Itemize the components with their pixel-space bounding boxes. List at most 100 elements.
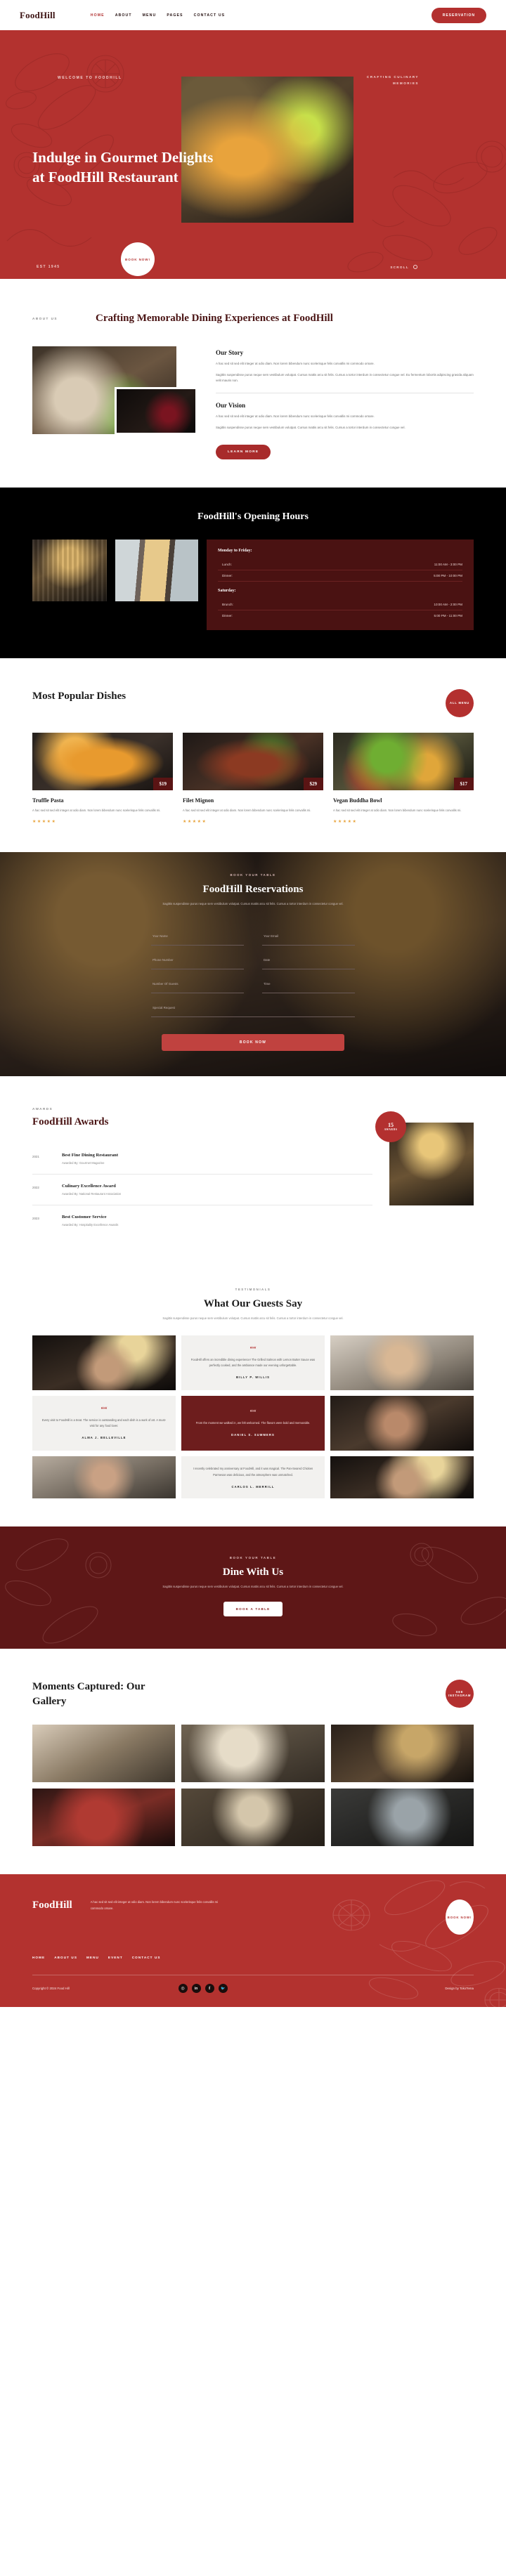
dish-image bbox=[333, 732, 474, 790]
instagram-icon[interactable]: ◎ bbox=[178, 1984, 188, 1994]
hours-line: Dinner: 5:00 PM - 10:00 PM bbox=[218, 570, 462, 582]
gallery-item[interactable] bbox=[330, 1789, 474, 1847]
dine-subtitle: Sagittis suspendisse purus neque sem ves… bbox=[162, 1585, 344, 1589]
dish-price: $17 bbox=[453, 777, 474, 790]
testimonials-eyebrow: TESTIMONIALS bbox=[235, 1287, 271, 1291]
site-logo[interactable]: FoodHill bbox=[20, 10, 56, 21]
awards-count-number: 15 bbox=[388, 1121, 394, 1128]
about-header: ABOUT US Crafting Memorable Dining Exper… bbox=[32, 311, 474, 327]
time-field[interactable]: Time bbox=[262, 969, 355, 993]
dish-card[interactable]: $17 Vegan Buddha Bowl A hac sed sit sed … bbox=[333, 732, 474, 825]
testimonial-photo bbox=[32, 1456, 176, 1499]
footer-link-contact-us[interactable]: CONTACT US bbox=[132, 1956, 161, 1959]
dish-name: Vegan Buddha Bowl bbox=[333, 797, 382, 804]
email-field[interactable]: Your Email bbox=[262, 922, 355, 946]
footer-content: FoodHill A hac sed sit sed elit integer … bbox=[32, 1900, 474, 1994]
name-field[interactable]: Your Name bbox=[151, 922, 244, 946]
about-text: Our Story A hac sed sit sed elit integer… bbox=[216, 346, 474, 459]
dish-image bbox=[32, 732, 173, 790]
about-images bbox=[32, 346, 197, 459]
testimonials-subtitle: Sagittis suspendisse purus neque sem ves… bbox=[162, 1316, 344, 1320]
special-request-field[interactable]: Special Request bbox=[151, 993, 355, 1017]
our-story-paragraph-2: Sagittis suspendisse purus neque sem ves… bbox=[216, 372, 474, 383]
nav-link-menu[interactable]: MENU bbox=[143, 13, 157, 18]
all-menu-button[interactable]: ALL MENU bbox=[446, 688, 474, 717]
testimonial-card: ““ Every visit to FoodHill is a treat. T… bbox=[32, 1396, 176, 1451]
gallery-item[interactable] bbox=[181, 1725, 325, 1783]
testimonial-quote: FoodHill offers an incredible dining exp… bbox=[190, 1357, 316, 1368]
gallery-item[interactable] bbox=[32, 1725, 176, 1783]
hero-established-label: EST 1945 bbox=[37, 265, 60, 269]
hours-day-weekday: Monday to Friday: bbox=[218, 548, 252, 553]
gallery-item[interactable] bbox=[330, 1725, 474, 1783]
footer-logo[interactable]: FoodHill bbox=[32, 1900, 72, 1911]
design-credit: Design by TokoTema bbox=[445, 1987, 474, 1991]
scroll-indicator[interactable]: SCROLL bbox=[390, 265, 417, 269]
award-name: Best Customer Service bbox=[62, 1214, 107, 1220]
dish-card[interactable]: $29 Filet Mignon A hac sed sit sed elit … bbox=[183, 732, 323, 824]
quote-icon: ““ bbox=[100, 1405, 108, 1413]
awards-count-label: AWARDS bbox=[384, 1128, 398, 1132]
hours-day-saturday: Saturday: bbox=[218, 588, 236, 593]
guests-field[interactable]: Number Of Guests bbox=[151, 969, 244, 993]
testimonial-card: I recently celebrated my anniversary at … bbox=[181, 1456, 325, 1499]
testimonials-grid: ““ FoodHill offers an incredible dining … bbox=[32, 1335, 474, 1451]
nav-link-about[interactable]: ABOUT bbox=[115, 13, 132, 18]
award-year: 2022 bbox=[32, 1185, 39, 1189]
facebook-icon[interactable]: f bbox=[205, 1984, 214, 1994]
nav-link-pages[interactable]: PAGES bbox=[167, 13, 183, 18]
our-vision-paragraph-1: A hac sed sit sed elit integer at odio d… bbox=[216, 414, 375, 419]
award-awarded-by: Awarded By: National Restaurant Associat… bbox=[62, 1191, 122, 1196]
award-name: Best Fine Dining Restaurant bbox=[62, 1152, 119, 1158]
dine-title: Dine With Us bbox=[222, 1567, 284, 1578]
award-year: 2023 bbox=[32, 1216, 39, 1220]
dish-image-wrap: $19 bbox=[32, 732, 173, 790]
about-section: ABOUT US Crafting Memorable Dining Exper… bbox=[0, 279, 506, 488]
nav-link-home[interactable]: HOME bbox=[91, 13, 105, 18]
reservation-content: BOOK YOUR TABLE FoodHill Reservations Sa… bbox=[32, 873, 474, 1051]
hours-time: 5:00 PM - 11:00 PM bbox=[434, 613, 462, 617]
hero-title: Indulge in Gourmet Delights at FoodHill … bbox=[32, 149, 214, 185]
footer-book-now-button[interactable]: BOOK NOW! bbox=[446, 1900, 474, 1935]
awards-image-column: 15 AWARDS bbox=[375, 1107, 474, 1236]
twitter-icon[interactable]: 🐦 bbox=[218, 1984, 228, 1994]
gallery-item[interactable] bbox=[32, 1789, 176, 1847]
dishes-title: Most Popular Dishes bbox=[32, 690, 126, 702]
linkedin-icon[interactable]: in bbox=[191, 1984, 201, 1994]
hero-eyebrow: WELCOME TO FOODHILL bbox=[58, 76, 122, 80]
dishes-grid: $19 Truffle Pasta A hac sed sit sed elit… bbox=[32, 732, 474, 825]
hours-card: Monday to Friday: Lunch: 11:00 AM - 3:00… bbox=[207, 539, 474, 630]
reservation-button[interactable]: RESERVATION bbox=[431, 7, 486, 23]
date-field[interactable]: Date bbox=[262, 946, 355, 969]
footer-link-menu[interactable]: MENU bbox=[86, 1956, 99, 1959]
dish-rating-stars: ★★★★★ bbox=[333, 820, 358, 825]
book-a-table-button[interactable]: BOOK A TABLE bbox=[223, 1602, 283, 1617]
our-story-heading: Our Story bbox=[216, 348, 244, 356]
learn-more-button[interactable]: LEARN MORE bbox=[216, 444, 271, 459]
reservation-eyebrow: BOOK YOUR TABLE bbox=[230, 873, 276, 877]
our-vision-paragraph-2: Sagittis suspendisse purus neque sem ves… bbox=[216, 426, 406, 429]
testimonial-photo bbox=[32, 1335, 176, 1391]
testimonial-photo bbox=[330, 1335, 474, 1391]
about-body: Our Story A hac sed sit sed elit integer… bbox=[32, 346, 474, 459]
hero-book-now-button[interactable]: BOOK NOW! bbox=[121, 242, 155, 276]
dish-card[interactable]: $19 Truffle Pasta A hac sed sit sed elit… bbox=[32, 732, 173, 824]
award-year: 2021 bbox=[32, 1154, 39, 1158]
award-row: 2022 Culinary Excellence Award Awarded B… bbox=[32, 1175, 372, 1205]
site-header: FoodHill HOME ABOUT MENU PAGES CONTACT U… bbox=[0, 0, 506, 30]
see-instagram-button[interactable]: SEE INSTAGRAM bbox=[446, 1680, 474, 1708]
dine-eyebrow: BOOK YOUR TABLE bbox=[229, 1556, 277, 1560]
testimonial-photo bbox=[330, 1396, 474, 1451]
dish-name: Filet Mignon bbox=[183, 797, 214, 804]
submit-reservation-button[interactable]: BOOK NOW bbox=[162, 1033, 344, 1051]
opening-hours-title: FoodHill's Opening Hours bbox=[197, 511, 309, 522]
footer-description: A hac sed sit sed elit integer at odio d… bbox=[90, 1900, 219, 1910]
nav-link-contact-us[interactable]: CONTACT US bbox=[194, 13, 226, 18]
footer-link-event[interactable]: EVENT bbox=[108, 1956, 123, 1959]
gallery-item[interactable] bbox=[181, 1789, 325, 1847]
footer-link-about-us[interactable]: ABOUT US bbox=[54, 1956, 77, 1959]
reservation-section: BOOK YOUR TABLE FoodHill Reservations Sa… bbox=[0, 852, 506, 1076]
footer-link-home[interactable]: HOME bbox=[32, 1956, 45, 1959]
phone-field[interactable]: Phone Number bbox=[151, 946, 244, 969]
award-awarded-by: Awarded By: Hospitality Excellence Award… bbox=[62, 1222, 119, 1227]
